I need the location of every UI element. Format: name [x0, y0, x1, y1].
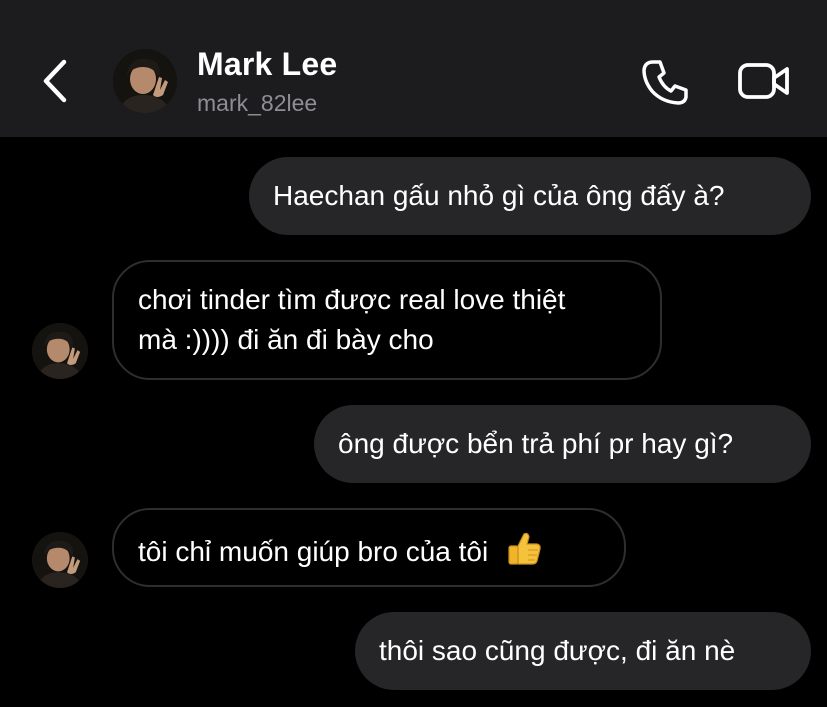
sender-avatar[interactable]: [32, 323, 88, 379]
contact-handle[interactable]: mark_82lee: [197, 90, 317, 117]
message-text: Haechan gấu nhỏ gì của ông đấy à?: [273, 180, 725, 211]
message-line: chơi tinder tìm được real love thiệt: [138, 284, 566, 315]
back-button[interactable]: [36, 56, 76, 106]
phone-icon: [642, 60, 688, 105]
outgoing-message[interactable]: Haechan gấu nhỏ gì của ông đấy à?: [249, 157, 811, 235]
message-text: ông được bển trả phí pr hay gì?: [338, 428, 734, 459]
message-text: tôi chỉ muốn giúp bro của tôi: [138, 535, 489, 567]
video-call-button[interactable]: [734, 56, 794, 108]
chat-header: Mark Lee mark_82lee: [0, 0, 827, 137]
incoming-message[interactable]: tôi chỉ muốn giúp bro của tôi: [112, 508, 626, 587]
incoming-message[interactable]: chơi tinder tìm được real love thiệt mà …: [112, 260, 662, 380]
outgoing-message[interactable]: thôi sao cũng được, đi ăn nè: [355, 612, 811, 690]
chevron-left-icon: [43, 59, 67, 103]
contact-name[interactable]: Mark Lee: [197, 46, 337, 83]
video-camera-icon: [738, 63, 789, 99]
thumbs-up-icon: [504, 528, 544, 579]
sender-avatar[interactable]: [32, 532, 88, 588]
outgoing-message[interactable]: ông được bển trả phí pr hay gì?: [314, 405, 811, 483]
message-text: thôi sao cũng được, đi ăn nè: [379, 635, 736, 666]
voice-call-button[interactable]: [638, 56, 692, 110]
contact-avatar[interactable]: [113, 49, 177, 113]
message-line: mà :)))) đi ăn đi bày cho: [138, 324, 434, 355]
